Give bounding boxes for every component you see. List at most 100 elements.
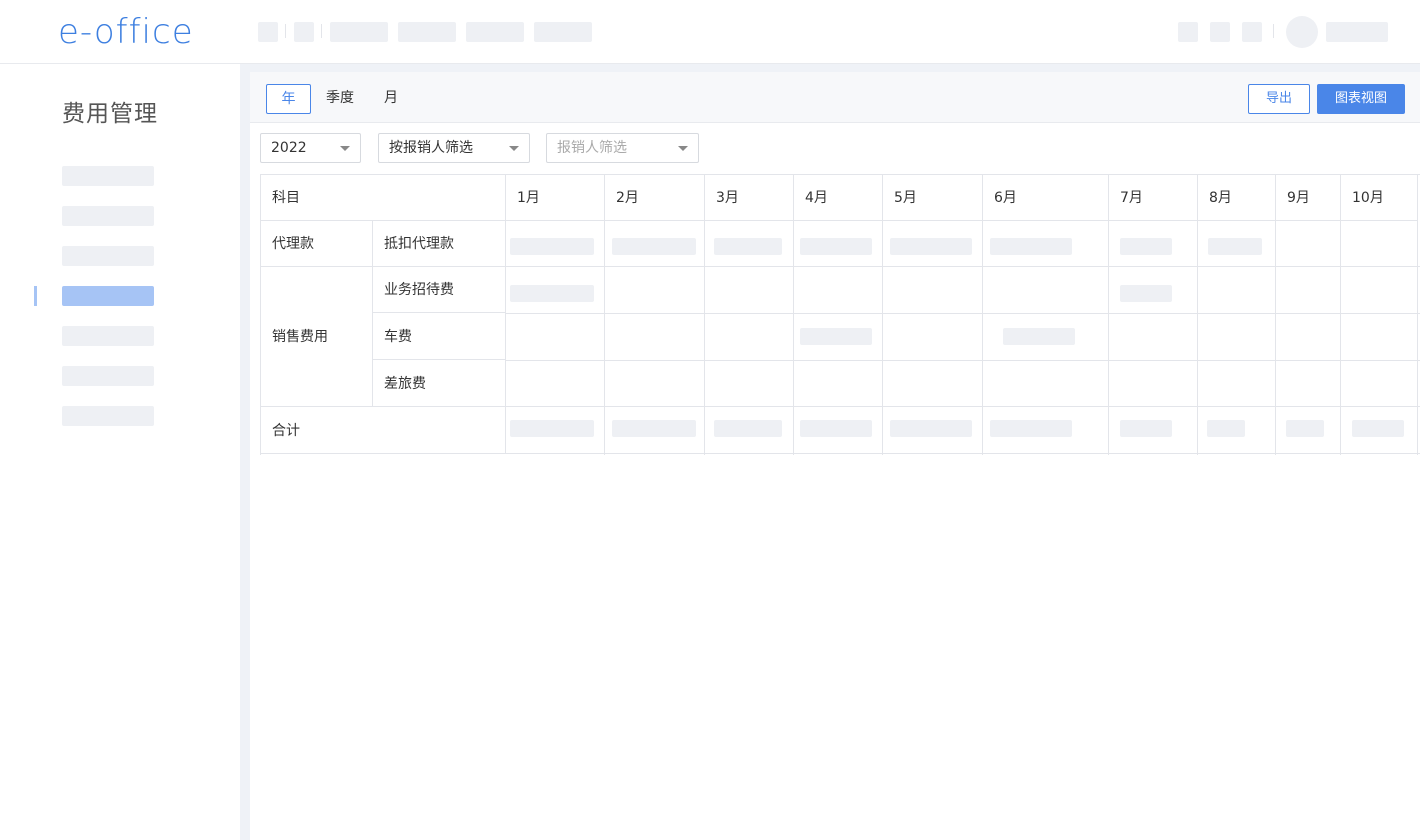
header-icon-placeholder[interactable] xyxy=(1178,22,1198,42)
app-logo[interactable]: e-office xyxy=(58,12,194,52)
table-gridline xyxy=(1108,220,1109,455)
sidebar-item[interactable] xyxy=(62,326,154,346)
tab-quarter[interactable]: 季度 xyxy=(318,84,362,114)
nav-icon-placeholder[interactable] xyxy=(294,22,314,42)
username-placeholder[interactable] xyxy=(1326,22,1388,42)
table-header-month: 7月 xyxy=(1108,174,1198,221)
table-gridline xyxy=(982,220,983,455)
row-item: 业务招待费 xyxy=(372,266,506,313)
table-header-month: 1月 xyxy=(505,174,605,221)
table-header-month: 10月 xyxy=(1340,174,1418,221)
content-gutter xyxy=(240,64,250,840)
cell-value-placeholder xyxy=(1207,420,1245,437)
chevron-down-icon xyxy=(678,146,688,151)
cell-value-placeholder xyxy=(510,420,594,437)
cell-value-placeholder xyxy=(612,420,696,437)
year-select-value: 2022 xyxy=(271,140,307,156)
chevron-down-icon xyxy=(509,146,519,151)
table-gridline xyxy=(1340,220,1341,455)
nav-tab-placeholder[interactable] xyxy=(466,22,524,42)
cell-value-placeholder xyxy=(800,238,872,255)
filter-mode-select[interactable]: 按报销人筛选 xyxy=(378,133,530,163)
chevron-down-icon xyxy=(340,146,350,151)
table-gridline xyxy=(505,453,1420,454)
table-gridline xyxy=(793,220,794,455)
nav-icon-placeholder[interactable] xyxy=(258,22,278,42)
row-total: 合计 xyxy=(260,406,506,454)
sidebar: 费用管理 xyxy=(0,64,240,840)
period-tab-bar: 年 季度 月 导出 图表视图 xyxy=(250,72,1420,123)
cell-value-placeholder xyxy=(510,238,594,255)
avatar[interactable] xyxy=(1286,16,1318,48)
cell-value-placeholder xyxy=(1120,420,1172,437)
row-item: 车费 xyxy=(372,312,506,360)
table-header-month: 5月 xyxy=(882,174,983,221)
cell-value-placeholder xyxy=(890,238,972,255)
table-gridline xyxy=(1197,220,1198,455)
table-gridline xyxy=(704,220,705,455)
sidebar-item[interactable] xyxy=(62,366,154,386)
cell-value-placeholder xyxy=(990,238,1072,255)
table-gridline xyxy=(1275,220,1276,455)
nav-tab-placeholder[interactable] xyxy=(534,22,592,42)
cell-value-placeholder xyxy=(990,420,1072,437)
sidebar-title: 费用管理 xyxy=(62,101,158,127)
cell-value-placeholder xyxy=(890,420,972,437)
cell-value-placeholder xyxy=(800,328,872,345)
table-header-subject: 科目 xyxy=(260,174,506,221)
filter-mode-value: 按报销人筛选 xyxy=(389,140,473,156)
cell-value-placeholder xyxy=(1352,420,1404,437)
reimburser-select-placeholder: 报销人筛选 xyxy=(557,140,627,156)
nav-tab-placeholder[interactable] xyxy=(330,22,388,42)
cell-value-placeholder xyxy=(1286,420,1324,437)
cell-value-placeholder xyxy=(800,420,872,437)
cell-value-placeholder xyxy=(714,238,782,255)
nav-divider xyxy=(285,24,286,38)
cell-value-placeholder xyxy=(612,238,696,255)
table-gridline xyxy=(505,360,1420,361)
row-category: 销售费用 xyxy=(260,266,373,407)
header-icon-placeholder[interactable] xyxy=(1242,22,1262,42)
table-gridline xyxy=(604,220,605,455)
nav-tab-placeholder[interactable] xyxy=(398,22,456,42)
content-gutter-top xyxy=(240,64,1420,72)
table-gridline xyxy=(882,220,883,455)
cell-value-placeholder xyxy=(1003,328,1075,345)
tab-year[interactable]: 年 xyxy=(266,84,311,114)
table-header-month: 2月 xyxy=(604,174,705,221)
table-header-month: 9月 xyxy=(1275,174,1341,221)
table-gridline xyxy=(505,313,1420,314)
export-button[interactable]: 导出 xyxy=(1248,84,1310,114)
cell-value-placeholder xyxy=(1120,285,1172,302)
header-divider xyxy=(1273,24,1274,38)
cell-value-placeholder xyxy=(1120,238,1172,255)
cell-value-placeholder xyxy=(714,420,782,437)
sidebar-item[interactable] xyxy=(62,206,154,226)
sidebar-item[interactable] xyxy=(62,246,154,266)
table-gridline xyxy=(505,406,1420,407)
table-header-month: 8月 xyxy=(1197,174,1276,221)
table-gridline xyxy=(1417,174,1418,455)
cell-value-placeholder xyxy=(1208,238,1262,255)
year-select[interactable]: 2022 xyxy=(260,133,361,163)
sidebar-item-active[interactable] xyxy=(62,286,154,306)
sidebar-item[interactable] xyxy=(62,166,154,186)
table-header-month: 3月 xyxy=(704,174,794,221)
row-category: 代理款 xyxy=(260,220,373,267)
main-content: 年 季度 月 导出 图表视图 2022 按报销人筛选 报销人筛选 科目 1月 2… xyxy=(250,72,1420,840)
table-header-month: 4月 xyxy=(793,174,883,221)
sidebar-active-indicator xyxy=(34,286,37,306)
tab-month[interactable]: 月 xyxy=(374,84,408,114)
table-gridline xyxy=(505,266,1420,267)
cell-value-placeholder xyxy=(510,285,594,302)
row-item: 抵扣代理款 xyxy=(372,220,506,267)
top-bar: e-office xyxy=(0,0,1420,64)
header-icon-placeholder[interactable] xyxy=(1210,22,1230,42)
chart-view-button[interactable]: 图表视图 xyxy=(1317,84,1405,114)
row-item: 差旅费 xyxy=(372,359,506,407)
nav-divider xyxy=(321,24,322,38)
table-header-month: 6月 xyxy=(982,174,1109,221)
reimburser-select[interactable]: 报销人筛选 xyxy=(546,133,699,163)
sidebar-item[interactable] xyxy=(62,406,154,426)
expense-table: 科目 1月 2月 3月 4月 5月 6月 7月 8月 9月 10月 代理款 抵扣… xyxy=(260,174,1420,455)
